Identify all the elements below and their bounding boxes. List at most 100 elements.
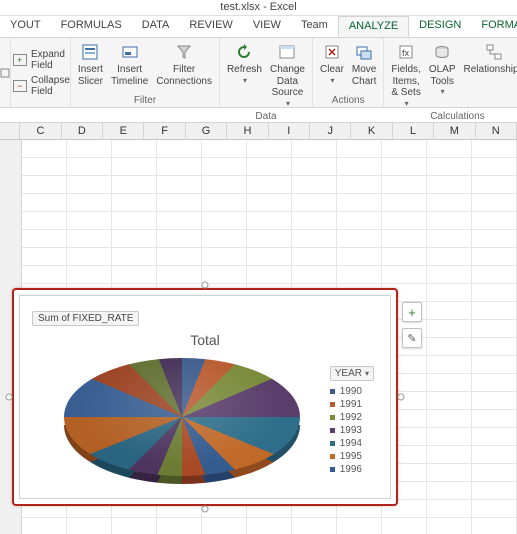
chart-plot-area[interactable]: Sum of FIXED_RATE Total YEAR 1990 1991 1… xyxy=(19,295,391,499)
data-group-label: Data xyxy=(223,110,309,123)
fields-items-sets-label: Fields, Items, & Sets xyxy=(391,64,420,99)
col-header[interactable]: D xyxy=(62,123,103,139)
legend-item[interactable]: 1996 xyxy=(330,463,374,476)
svg-text:−: − xyxy=(17,81,22,91)
col-header[interactable]: G xyxy=(186,123,227,139)
filter-connections-icon xyxy=(174,42,194,62)
legend-swatch xyxy=(330,441,335,446)
expand-field-button[interactable]: + Expand Field xyxy=(13,47,70,73)
tab-formulas[interactable]: FORMULAS xyxy=(51,16,132,37)
col-header[interactable]: J xyxy=(310,123,351,139)
relationships-label: Relationships xyxy=(464,64,517,76)
filter-group-label: Filter xyxy=(74,94,216,107)
legend-item[interactable]: 1994 xyxy=(330,437,374,450)
fields-icon: fx xyxy=(396,42,416,62)
app-title: test.xlsx - Excel xyxy=(220,1,296,13)
legend-swatch xyxy=(330,389,335,394)
legend-field-button[interactable]: YEAR xyxy=(330,366,374,381)
legend-item[interactable]: 1990 xyxy=(330,385,374,398)
pie-3d-top xyxy=(64,358,300,476)
timeline-icon xyxy=(120,42,140,62)
insert-timeline-label: Insert Timeline xyxy=(111,64,148,87)
expand-icon: + xyxy=(13,54,27,66)
chart-styles-button[interactable]: ✎ xyxy=(402,328,422,348)
move-chart-label: Move Chart xyxy=(352,64,376,87)
col-header[interactable]: N xyxy=(476,123,517,139)
col-header[interactable]: C xyxy=(20,123,61,139)
insert-slicer-label: Insert Slicer xyxy=(78,64,103,87)
svg-text:fx: fx xyxy=(402,48,410,58)
col-header[interactable]: H xyxy=(227,123,268,139)
legend-label: 1994 xyxy=(340,438,362,449)
ribbon-tabs: YOUT FORMULAS DATA REVIEW VIEW Team ANAL… xyxy=(0,16,517,38)
calculations-group-label: Calculations xyxy=(387,110,517,123)
move-chart-icon xyxy=(354,42,374,62)
insert-timeline-button[interactable]: Insert Timeline xyxy=(107,40,152,94)
slicer-icon xyxy=(80,42,100,62)
move-chart-button[interactable]: Move Chart xyxy=(348,40,380,94)
tab-design[interactable]: DESIGN xyxy=(409,16,471,37)
olap-tools-button[interactable]: OLAP Tools xyxy=(425,40,460,110)
clear-button[interactable]: Clear xyxy=(316,40,348,94)
legend-item[interactable]: 1993 xyxy=(330,424,374,437)
plus-icon: + xyxy=(408,305,416,320)
tab-format[interactable]: FORMAT xyxy=(471,16,517,37)
col-header[interactable]: I xyxy=(269,123,310,139)
legend-item[interactable]: 1992 xyxy=(330,411,374,424)
data-source-icon xyxy=(277,42,297,62)
legend-item[interactable]: 1991 xyxy=(330,398,374,411)
change-data-source-label: Change Data Source xyxy=(270,64,305,99)
clear-label: Clear xyxy=(320,64,344,76)
collapse-icon: − xyxy=(13,80,27,92)
tab-view[interactable]: VIEW xyxy=(243,16,291,37)
chart-legend[interactable]: YEAR 1990 1991 1992 1993 1994 1995 1996 xyxy=(330,366,374,476)
worksheet-grid[interactable]: Sum of FIXED_RATE Total YEAR 1990 1991 1… xyxy=(0,140,517,534)
tab-review[interactable]: REVIEW xyxy=(179,16,242,37)
col-header[interactable]: K xyxy=(351,123,392,139)
chart-title[interactable]: Total xyxy=(20,332,390,348)
olap-tools-label: OLAP Tools xyxy=(429,64,456,87)
filter-connections-label: Filter Connections xyxy=(156,64,212,87)
relationships-button[interactable]: Relationships xyxy=(460,40,517,110)
legend-label: 1995 xyxy=(340,451,362,462)
fields-items-sets-button[interactable]: fx Fields, Items, & Sets xyxy=(387,40,424,110)
collapse-field-label: Collapse Field xyxy=(31,75,70,97)
legend-swatch xyxy=(330,402,335,407)
legend-label: 1990 xyxy=(340,386,362,397)
legend-label: 1996 xyxy=(340,464,362,475)
change-data-source-button[interactable]: Change Data Source xyxy=(266,40,309,110)
legend-item[interactable]: 1995 xyxy=(330,450,374,463)
refresh-icon xyxy=(234,42,254,62)
refresh-button[interactable]: Refresh xyxy=(223,40,266,110)
actions-group-label: Actions xyxy=(316,94,380,107)
refresh-label: Refresh xyxy=(227,64,262,76)
select-all-corner[interactable] xyxy=(0,123,20,139)
tab-layout[interactable]: YOUT xyxy=(0,16,51,37)
clear-icon xyxy=(322,42,342,62)
drilldown-icon xyxy=(0,68,10,78)
legend-label: 1992 xyxy=(340,412,362,423)
legend-swatch xyxy=(330,415,335,420)
col-header[interactable]: F xyxy=(144,123,185,139)
resize-handle[interactable] xyxy=(398,394,405,401)
col-header[interactable]: L xyxy=(393,123,434,139)
chart-field-button[interactable]: Sum of FIXED_RATE xyxy=(32,311,139,326)
relationships-icon xyxy=(484,42,504,62)
col-header[interactable]: M xyxy=(434,123,475,139)
tab-data[interactable]: DATA xyxy=(132,16,180,37)
chart-elements-button[interactable]: + xyxy=(402,302,422,322)
svg-text:+: + xyxy=(17,55,22,65)
filter-connections-button[interactable]: Filter Connections xyxy=(152,40,216,94)
collapse-field-button[interactable]: − Collapse Field xyxy=(13,73,70,99)
olap-icon xyxy=(432,42,452,62)
resize-handle[interactable] xyxy=(202,282,209,289)
pie-chart[interactable] xyxy=(64,358,300,478)
pivot-chart[interactable]: Sum of FIXED_RATE Total YEAR 1990 1991 1… xyxy=(12,288,398,506)
tab-team[interactable]: Team xyxy=(291,16,338,37)
insert-slicer-button[interactable]: Insert Slicer xyxy=(74,40,107,94)
column-headers: C D E F G H I J K L M N xyxy=(0,122,517,140)
tab-analyze[interactable]: ANALYZE xyxy=(338,16,409,37)
col-header[interactable]: E xyxy=(103,123,144,139)
legend-swatch xyxy=(330,467,335,472)
resize-handle[interactable] xyxy=(202,506,209,513)
